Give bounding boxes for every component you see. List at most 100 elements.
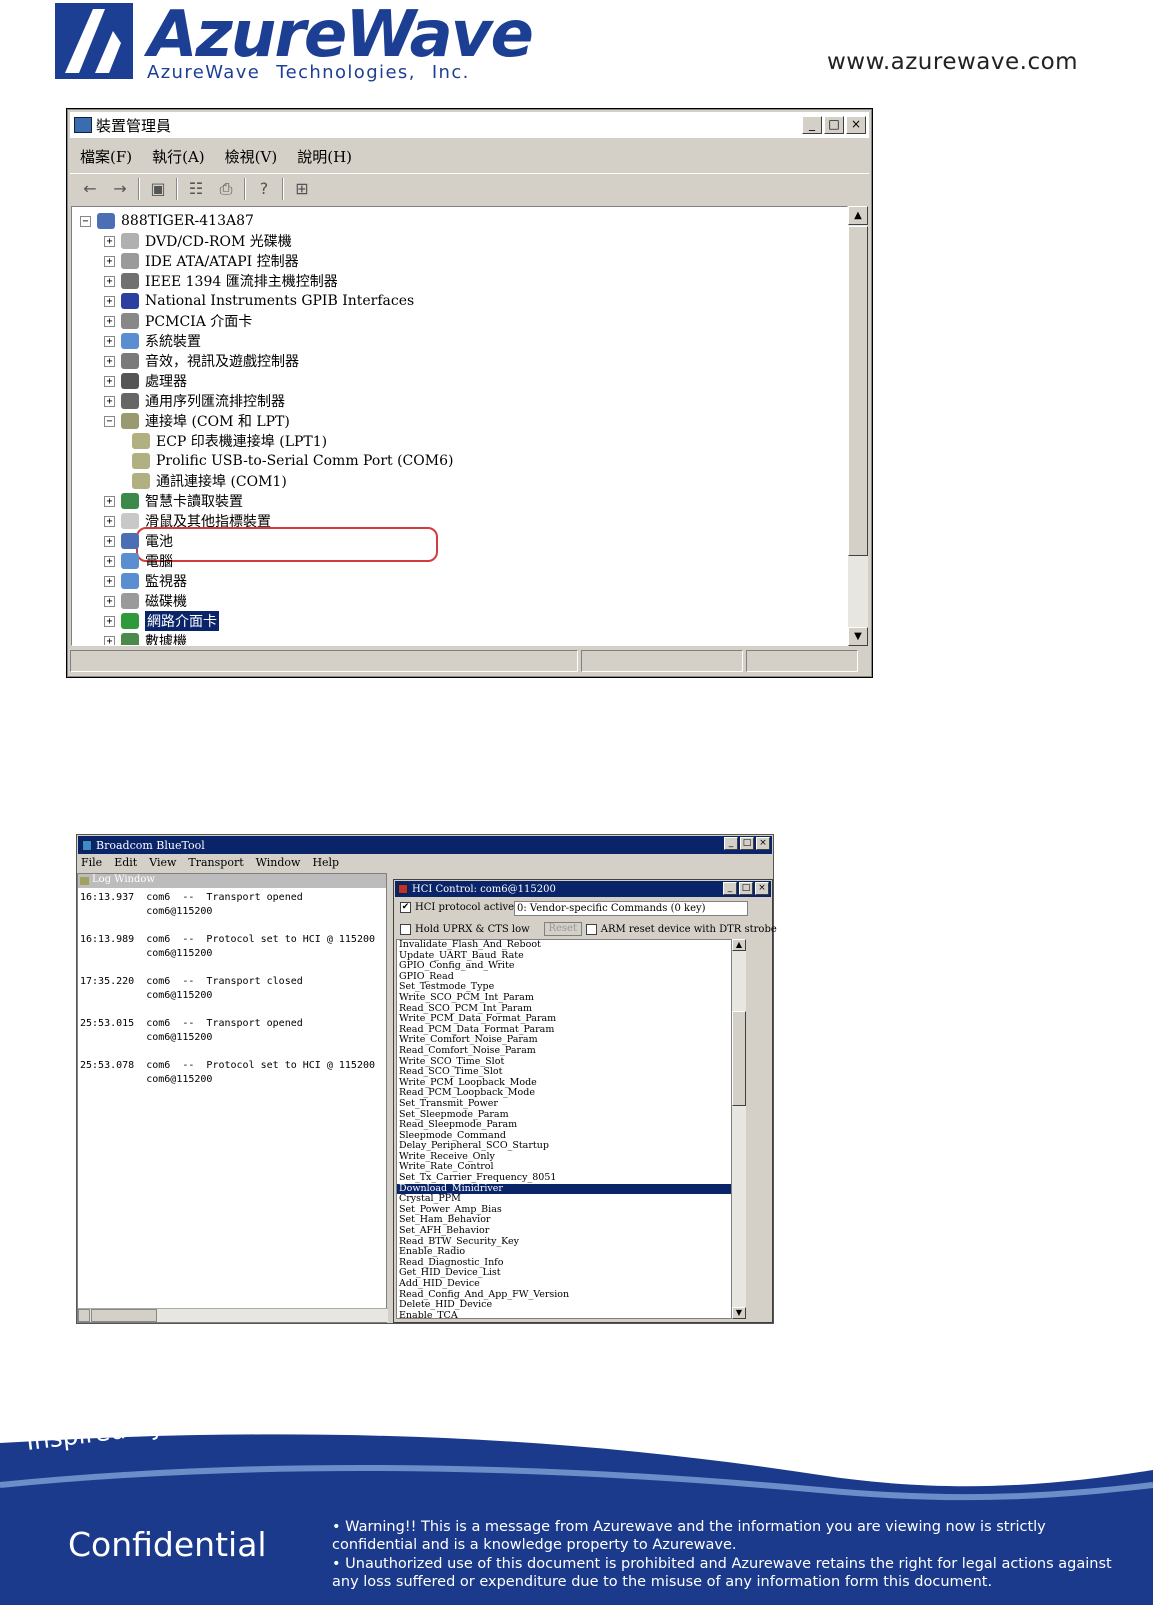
menu-window[interactable]: Window <box>256 856 301 872</box>
menu-help[interactable]: Help <box>312 856 339 872</box>
menu-edit[interactable]: Edit <box>114 856 137 872</box>
minimize-button[interactable]: _ <box>723 882 737 895</box>
close-button[interactable]: × <box>846 116 866 134</box>
expand-icon[interactable]: + <box>104 355 115 367</box>
expand-icon[interactable]: + <box>104 595 115 607</box>
menu-file[interactable]: File <box>81 856 102 872</box>
scroll-up-arrow-icon[interactable]: ▲ <box>848 206 868 225</box>
vertical-scrollbar[interactable]: ▲ ▼ <box>848 206 868 646</box>
tree-item[interactable]: + 智慧卡讀取裝置 <box>104 491 243 511</box>
close-button[interactable]: × <box>756 837 770 850</box>
system-device-icon <box>121 333 139 349</box>
menu-transport[interactable]: Transport <box>188 856 243 872</box>
expand-icon[interactable]: + <box>104 575 115 587</box>
tree-item[interactable]: + IEEE 1394 匯流排主機控制器 <box>104 271 338 291</box>
tree-item[interactable]: Prolific USB-to-Serial Comm Port (COM6) <box>128 451 453 471</box>
expand-icon[interactable]: + <box>104 635 115 645</box>
command-set-select[interactable]: 0: Vendor-specific Commands (0 key) <box>514 901 748 916</box>
scroll-left-arrow-icon[interactable] <box>78 1309 90 1322</box>
minimize-button[interactable]: _ <box>724 837 738 850</box>
command-list-item[interactable]: Write_SCO_PCM_Int_Param <box>397 992 731 1004</box>
command-list-item[interactable]: Invalidate_Flash_And_Reboot <box>397 940 731 951</box>
disk-icon <box>121 593 139 609</box>
close-button[interactable]: × <box>755 882 769 895</box>
tree-item[interactable]: + National Instruments GPIB Interfaces <box>104 291 414 311</box>
forward-arrow-icon[interactable]: → <box>108 178 132 200</box>
tree-item[interactable]: + 通用序列匯流排控制器 <box>104 391 285 411</box>
command-list[interactable]: Invalidate_Flash_And_Reboot Update_UART_B… <box>396 939 732 1319</box>
log-line: 16:13.937 com6 -- Transport opened <box>80 892 303 903</box>
tree-item[interactable]: − 888TIGER-413A87 <box>80 211 254 231</box>
tree-item[interactable]: + 磁碟機 <box>104 591 187 611</box>
vertical-scrollbar[interactable]: ▲ ▼ <box>732 939 746 1319</box>
scroll-thumb[interactable] <box>91 1309 157 1322</box>
arm-reset-checkbox[interactable] <box>585 923 597 935</box>
menu-view[interactable]: View <box>149 856 176 872</box>
tree-item-label: DVD/CD-ROM 光碟機 <box>145 234 292 250</box>
maximize-button[interactable]: □ <box>739 882 753 895</box>
expand-icon[interactable]: + <box>104 235 115 247</box>
command-list-item[interactable]: Add_HID_Device <box>397 1278 731 1290</box>
menu-view[interactable]: 檢視(V) <box>225 146 278 167</box>
tree-item[interactable]: + 滑鼠及其他指標裝置 <box>104 511 271 531</box>
expand-icon[interactable]: + <box>104 315 115 327</box>
window-title: HCI Control: com6@115200 <box>412 883 556 895</box>
scroll-down-arrow-icon[interactable]: ▼ <box>732 1307 746 1319</box>
view-icon[interactable]: ▣ <box>146 178 170 200</box>
expand-icon[interactable]: + <box>104 295 115 307</box>
scroll-up-arrow-icon[interactable]: ▲ <box>732 939 746 951</box>
expand-icon[interactable]: + <box>104 495 115 507</box>
tree-item[interactable]: + 電池 <box>104 531 173 551</box>
scroll-down-arrow-icon[interactable]: ▼ <box>848 627 868 646</box>
tree-item[interactable]: + 音效，視訊及遊戲控制器 <box>104 351 299 371</box>
print-icon[interactable]: ⎙ <box>214 178 238 200</box>
log-line: com6@115200 <box>80 906 213 917</box>
horizontal-scrollbar[interactable] <box>78 1308 388 1322</box>
command-list-item[interactable]: Set_Transmit_Power <box>397 1098 731 1110</box>
expand-icon[interactable]: + <box>104 535 115 547</box>
scan-hardware-icon[interactable]: ⊞ <box>290 178 314 200</box>
back-arrow-icon[interactable]: ← <box>78 178 102 200</box>
tree-item-label: 處理器 <box>145 374 187 390</box>
scroll-thumb[interactable] <box>848 226 868 556</box>
menu-file[interactable]: 檔案(F) <box>80 146 132 167</box>
expand-icon[interactable]: + <box>104 515 115 527</box>
tree-item[interactable]: ECP 印表機連接埠 (LPT1) <box>128 431 327 451</box>
expand-icon[interactable]: + <box>104 615 115 627</box>
command-list-item[interactable]: Enable_TCA <box>397 1310 731 1318</box>
expand-icon[interactable]: + <box>104 255 115 267</box>
tree-item[interactable]: − 連接埠 (COM 和 LPT) <box>104 411 290 431</box>
tree-item[interactable]: + 處理器 <box>104 371 187 391</box>
hold-checkbox[interactable] <box>400 923 411 935</box>
tree-item[interactable]: + 網路介面卡 <box>104 611 219 631</box>
help-icon[interactable]: ? <box>252 178 276 200</box>
tree-item[interactable]: + 監視器 <box>104 571 187 591</box>
tree-item[interactable]: + 電腦 <box>104 551 173 571</box>
tree-item[interactable]: + DVD/CD-ROM 光碟機 <box>104 231 292 251</box>
protocol-active-checkbox[interactable]: ✔ <box>400 902 411 913</box>
command-list-item[interactable]: Read_Comfort_Noise_Param <box>397 1045 731 1057</box>
expand-icon[interactable]: + <box>104 375 115 387</box>
expand-icon[interactable]: + <box>104 555 115 567</box>
maximize-button[interactable]: □ <box>824 116 844 134</box>
status-pane <box>581 650 743 672</box>
expand-icon[interactable]: + <box>104 335 115 347</box>
minimize-button[interactable]: _ <box>802 116 822 134</box>
tree-item[interactable]: + PCMCIA 介面卡 <box>104 311 252 331</box>
warning-text: • Unauthorized use of this document is p… <box>332 1556 1112 1590</box>
maximize-button[interactable]: □ <box>740 837 754 850</box>
tree-item[interactable]: + 系統裝置 <box>104 331 201 351</box>
smartcard-icon <box>121 493 139 509</box>
expand-icon[interactable]: + <box>104 395 115 407</box>
scroll-thumb[interactable] <box>732 1011 746 1106</box>
tree-item[interactable]: + 數據機 <box>104 631 187 645</box>
menu-help[interactable]: 說明(H) <box>297 146 352 167</box>
collapse-icon[interactable]: − <box>80 215 91 227</box>
tree-item[interactable]: + IDE ATA/ATAPI 控制器 <box>104 251 299 271</box>
expand-icon[interactable]: + <box>104 275 115 287</box>
reset-button[interactable]: Reset <box>543 922 582 936</box>
properties-icon[interactable]: ☷ <box>184 178 208 200</box>
collapse-icon[interactable]: − <box>104 415 115 427</box>
menu-action[interactable]: 執行(A) <box>152 146 205 167</box>
tree-item[interactable]: 通訊連接埠 (COM1) <box>128 471 287 491</box>
